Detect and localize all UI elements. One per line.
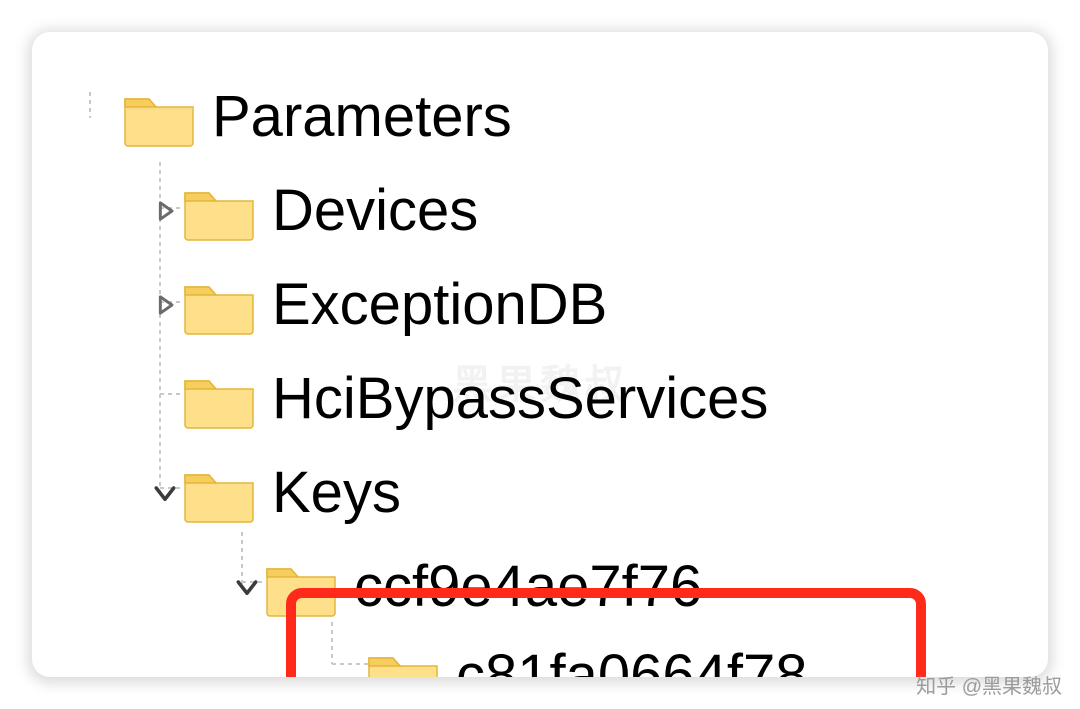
tree-panel: Parameters Devices: [32, 32, 1048, 677]
expand-indicator-empty: [332, 659, 366, 677]
tree-item-label: Parameters: [212, 88, 512, 146]
folder-icon: [182, 369, 256, 429]
chevron-right-icon[interactable]: [148, 194, 182, 228]
folder-icon: [182, 275, 256, 335]
tree-item-label: ccf9e4ae7f76: [354, 558, 702, 616]
registry-tree[interactable]: Parameters Devices: [32, 70, 1048, 677]
tree-item-label: Devices: [272, 182, 478, 240]
tree-item-leaf-selected[interactable]: c81fa0664f78: [32, 634, 1048, 677]
folder-icon: [182, 181, 256, 241]
tree-item-keychild[interactable]: ccf9e4ae7f76: [32, 540, 1048, 634]
tree-item-label: c81fa0664f78: [456, 647, 808, 677]
watermark-corner: 知乎 @黑果魏叔: [916, 670, 1062, 699]
tree-item-hcibypassservices[interactable]: HciBypassServices: [32, 352, 1048, 446]
chevron-down-icon[interactable]: [148, 476, 182, 510]
folder-icon: [366, 646, 440, 677]
tree-item-keys[interactable]: Keys: [32, 446, 1048, 540]
tree-item-parameters[interactable]: Parameters: [32, 70, 1048, 164]
tree-item-devices[interactable]: Devices: [32, 164, 1048, 258]
expand-indicator-empty: [88, 100, 122, 134]
tree-item-label: Keys: [272, 464, 401, 522]
folder-icon: [264, 557, 338, 617]
folder-icon: [122, 87, 196, 147]
expand-indicator-empty: [148, 382, 182, 416]
chevron-down-icon[interactable]: [230, 570, 264, 604]
tree-item-label: HciBypassServices: [272, 370, 768, 428]
tree-item-label: ExceptionDB: [272, 276, 607, 334]
folder-icon: [182, 463, 256, 523]
tree-item-exceptiondb[interactable]: ExceptionDB: [32, 258, 1048, 352]
chevron-right-icon[interactable]: [148, 288, 182, 322]
